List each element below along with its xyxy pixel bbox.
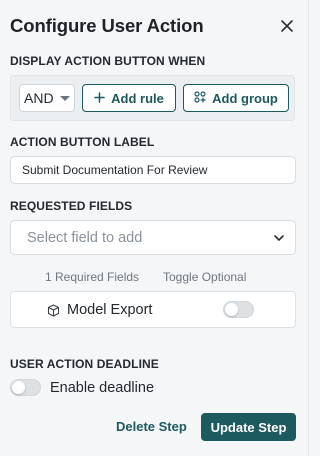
field-select-placeholder: Select field to add bbox=[27, 229, 143, 246]
cube-icon bbox=[47, 304, 60, 322]
add-rule-button[interactable]: Add rule bbox=[82, 84, 176, 112]
update-step-button[interactable]: Update Step bbox=[201, 413, 296, 441]
configure-user-action-panel: Configure User Action DISPLAY ACTION BUT… bbox=[0, 0, 309, 456]
panel-title: Configure User Action bbox=[10, 15, 204, 36]
add-group-button[interactable]: Add group bbox=[183, 84, 289, 112]
optional-toggle[interactable] bbox=[223, 301, 254, 318]
chevron-down-icon bbox=[273, 232, 285, 248]
display-when-label: DISPLAY ACTION BUTTON WHEN bbox=[10, 54, 206, 68]
panel-header: Configure User Action bbox=[10, 14, 298, 38]
field-item: Model Export bbox=[10, 291, 296, 328]
toggle-knob bbox=[225, 303, 238, 316]
plus-icon bbox=[94, 91, 105, 106]
toggle-optional-label: Toggle Optional bbox=[163, 270, 247, 284]
operator-value: AND bbox=[24, 90, 54, 106]
close-icon[interactable] bbox=[276, 15, 298, 37]
enable-deadline-label: Enable deadline bbox=[50, 380, 155, 396]
action-button-label-input[interactable]: Submit Documentation For Review bbox=[10, 156, 296, 184]
caret-down-icon bbox=[60, 96, 70, 101]
deadline-heading: USER ACTION DEADLINE bbox=[10, 357, 159, 371]
button-label-heading: ACTION BUTTON LABEL bbox=[10, 135, 155, 149]
delete-step-button[interactable]: Delete Step bbox=[116, 419, 187, 434]
toggle-knob bbox=[12, 381, 25, 394]
field-name: Model Export bbox=[67, 302, 153, 318]
add-group-label: Add group bbox=[212, 90, 278, 106]
required-fields-count: 1 Required Fields bbox=[45, 270, 140, 284]
deadline-toggle[interactable] bbox=[10, 379, 41, 396]
group-icon bbox=[194, 90, 206, 106]
rule-builder: AND Add rule Add group bbox=[10, 75, 295, 121]
add-rule-label: Add rule bbox=[111, 90, 164, 106]
requested-fields-heading: REQUESTED FIELDS bbox=[10, 199, 133, 213]
operator-select[interactable]: AND bbox=[19, 84, 75, 112]
field-select[interactable]: Select field to add bbox=[10, 220, 296, 255]
